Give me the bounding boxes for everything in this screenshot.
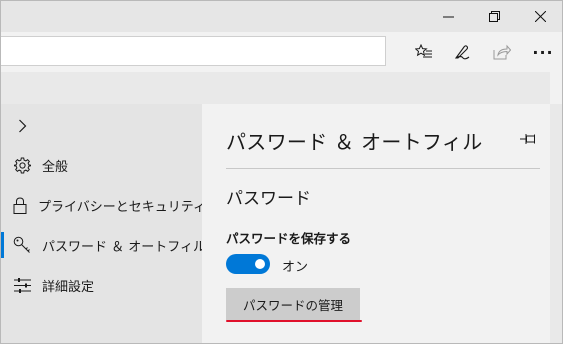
- sliders-icon: [13, 276, 31, 294]
- lock-icon: [13, 196, 27, 214]
- pin-button[interactable]: [518, 128, 540, 150]
- toolbar-separator-area: [0, 72, 563, 104]
- more-icon: ···: [532, 42, 554, 62]
- notes-button[interactable]: [447, 38, 477, 66]
- notes-icon: [454, 45, 470, 60]
- maximize-icon: [488, 10, 500, 22]
- sidebar-item-passwords-autofill[interactable]: パスワード ＆ オートフィル: [0, 226, 206, 264]
- highlight-underline: [226, 320, 362, 322]
- sidebar-item-label: 全般: [42, 159, 69, 175]
- chevron-right-icon: [18, 119, 26, 133]
- pin-icon: [520, 134, 535, 144]
- sidebar-item-privacy-security[interactable]: プライバシーとセキュリティ: [0, 186, 206, 224]
- page-title: パスワード ＆ オートフィル: [226, 130, 483, 154]
- share-icon: [493, 44, 511, 60]
- sidebar-item-advanced[interactable]: 詳細設定: [0, 266, 202, 304]
- settings-sidebar: 全般 プライバシーとセキュリティ パスワード ＆ オートフィル 詳細設定: [0, 104, 206, 344]
- settings-panel: パスワード ＆ オートフィル パスワード パスワードを保存する オン パスワード…: [202, 104, 550, 344]
- sidebar-item-label: パスワード ＆ オートフィル: [42, 239, 207, 255]
- sidebar-item-general[interactable]: 全般: [0, 146, 202, 184]
- toggle-knob: [255, 259, 265, 269]
- save-passwords-label: パスワードを保存する: [226, 231, 352, 246]
- restore-button[interactable]: [471, 0, 517, 32]
- favorites-bar-button[interactable]: [409, 38, 439, 66]
- panel-edge: [550, 72, 563, 104]
- divider: [226, 168, 540, 169]
- gear-icon: [13, 156, 31, 174]
- browser-toolbar: ···: [0, 32, 563, 72]
- key-icon: [13, 236, 31, 254]
- section-title: パスワード: [226, 189, 311, 209]
- toggle-state-text: オン: [282, 260, 309, 275]
- favorites-bar-icon: [415, 44, 432, 58]
- address-bar[interactable]: [0, 36, 386, 66]
- collapse-button[interactable]: [12, 114, 32, 138]
- save-passwords-toggle[interactable]: [226, 254, 270, 274]
- title-bar: [0, 0, 563, 32]
- more-button[interactable]: ···: [528, 38, 558, 66]
- close-icon: [534, 10, 546, 22]
- manage-passwords-button[interactable]: パスワードの管理: [226, 288, 360, 320]
- minimize-icon: [442, 16, 454, 17]
- share-button[interactable]: [487, 38, 517, 66]
- close-button[interactable]: [517, 0, 563, 32]
- sidebar-item-label: 詳細設定: [42, 279, 95, 295]
- sidebar-item-label: プライバシーとセキュリティ: [38, 199, 206, 215]
- minimize-button[interactable]: [425, 0, 471, 32]
